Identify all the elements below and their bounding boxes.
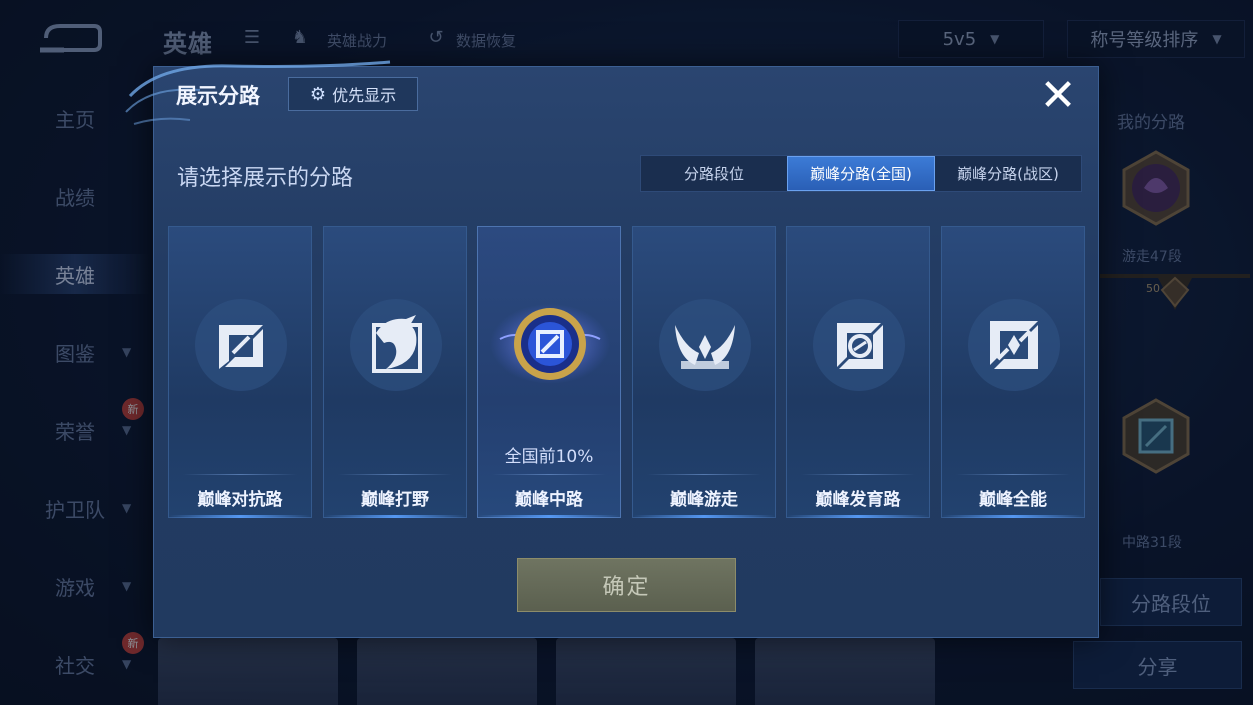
lane-card-clash[interactable]: 巅峰对抗路 <box>168 226 312 518</box>
lane-divider <box>338 474 452 475</box>
farm-lane-icon <box>813 299 905 391</box>
jungle-icon <box>350 299 442 391</box>
lane-glow <box>942 515 1084 518</box>
priority-display-label: 优先显示 <box>332 86 397 105</box>
priority-display-button[interactable]: ⚙ 优先显示 <box>288 77 418 111</box>
lane-label: 巅峰游走 <box>670 490 738 510</box>
gear-icon: ⚙ <box>309 83 327 105</box>
tab-lane-rank[interactable]: 分路段位 <box>641 156 787 191</box>
lane-divider <box>492 474 606 475</box>
lane-glow <box>478 515 620 518</box>
mid-lane-icon <box>490 304 610 384</box>
lane-glow <box>169 515 311 518</box>
lane-label: 巅峰对抗路 <box>197 490 283 510</box>
tab-peak-lane-region[interactable]: 巅峰分路(战区) <box>935 156 1081 191</box>
lane-label: 巅峰发育路 <box>815 490 901 510</box>
lane-divider <box>956 474 1070 475</box>
lane-card-jungle[interactable]: 巅峰打野 <box>323 226 467 518</box>
lane-glow <box>787 515 929 518</box>
dialog-title: 展示分路 <box>176 84 260 108</box>
lane-grid: 巅峰对抗路 巅峰打野 全国前10% 巅峰中路 巅峰游走 巅峰发育路 巅峰全能 <box>168 226 1086 518</box>
lane-card-all-round[interactable]: 巅峰全能 <box>941 226 1085 518</box>
lane-rank-text: 全国前10% <box>504 447 594 467</box>
lane-glow <box>324 515 466 518</box>
dialog-subtitle: 请选择展示的分路 <box>177 166 354 191</box>
lane-divider <box>801 474 915 475</box>
lane-card-farm[interactable]: 巅峰发育路 <box>786 226 930 518</box>
lane-card-roam[interactable]: 巅峰游走 <box>632 226 776 518</box>
lane-divider <box>647 474 761 475</box>
lane-label: 巅峰打野 <box>361 490 429 510</box>
lane-card-mid[interactable]: 全国前10% 巅峰中路 <box>477 226 621 518</box>
roam-icon <box>659 299 751 391</box>
tab-peak-lane-national[interactable]: 巅峰分路(全国) <box>787 156 935 191</box>
lane-label: 巅峰中路 <box>515 490 583 510</box>
clash-lane-icon <box>195 299 287 391</box>
lane-type-tabs: 分路段位 巅峰分路(全国) 巅峰分路(战区) <box>640 155 1082 192</box>
all-round-icon <box>968 299 1060 391</box>
lane-glow <box>633 515 775 518</box>
lane-divider <box>183 474 297 475</box>
lane-label: 巅峰全能 <box>979 490 1047 510</box>
confirm-button[interactable]: 确定 <box>517 558 736 612</box>
close-icon[interactable]: ✕ <box>1036 74 1080 118</box>
